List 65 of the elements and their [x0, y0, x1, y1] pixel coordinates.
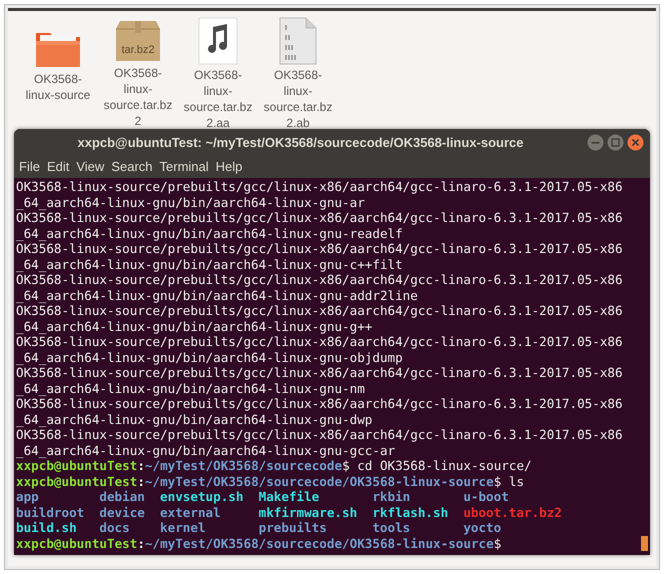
menu-item[interactable]: Help [212, 157, 246, 177]
output-line: OK3568-linux-source/prebuilts/gcc/linux-x86/aarch64/gcc-linaro-6.3.1-2017.05-x86 [16, 179, 624, 194]
maximize-icon[interactable] [607, 134, 624, 151]
binary-file-icon [278, 17, 318, 65]
command-text: $ cd OK3568-linux-source/ [342, 458, 532, 474]
output-line: _64_aarch64-linux-gnu/bin/aarch64-linux-gnu-objdump [16, 350, 404, 365]
window-title: xxpcb@ubuntuTest: ~/myTest/OK3568/sourcecode/OK3568-linux-source [76, 134, 525, 152]
output-line: OK3568-linux-source/prebuilts/gcc/linux-x86/aarch64/gcc-linaro-6.3.1-2017.05-x86 [16, 365, 624, 380]
prompt-separator: : [137, 474, 145, 489]
menu-item[interactable]: Edit [44, 157, 72, 177]
file-entry: mkfirmware.sh [258, 504, 358, 520]
output-line: _64_aarch64-linux-gnu/bin/aarch64-linux-gnu-nm [16, 380, 366, 396]
output-line: OK3568-linux-source/prebuilts/gcc/linux-x86/aarch64/gcc-linaro-6.3.1-2017.05-x86 [16, 334, 624, 350]
cursor [641, 536, 648, 550]
prompt-path: ~/myTest/OK3568/sourcecode/OK3568-linux-source [144, 474, 494, 489]
command-text: $ ls [494, 474, 524, 489]
output-line: _64_aarch64-linux-gnu/bin/aarch64-linux-gnu-gcc-ar [16, 442, 396, 458]
output-line: _64_aarch64-linux-gnu/bin/aarch64-linux-gnu-addr2line [16, 288, 419, 303]
output-line: _64_aarch64-linux-gnu/bin/aarch64-linux-gnu-g++ [16, 318, 374, 334]
file-entry: kernel [160, 520, 207, 536]
file-entry: envsetup.sh [160, 489, 244, 504]
menu-item[interactable]: Terminal [156, 157, 212, 177]
prompt-user: xxpcb@ubuntuTest [16, 458, 138, 474]
file-entry: external [160, 504, 222, 520]
prompt-separator: : [137, 536, 145, 551]
file-entry: yocto [463, 520, 502, 536]
file-entry: uboot.tar.bz2 [463, 504, 563, 520]
file-entry: device [99, 504, 146, 520]
file-name: OK3568-linux-source [24, 71, 92, 103]
prompt-user: xxpcb@ubuntuTest [16, 536, 138, 551]
menu-item[interactable]: File [16, 157, 43, 177]
file-entry: debian [99, 489, 146, 504]
file-entry: rkflash.sh [372, 504, 450, 520]
file-entry: Makefile [258, 489, 320, 504]
output-line: OK3568-linux-source/prebuilts/gcc/linux-x86/aarch64/gcc-linaro-6.3.1-2017.05-x86 [16, 303, 624, 318]
file-name: OK3568-linux-source.tar.bz2 [102, 65, 174, 129]
file-entry: rkbin [372, 489, 412, 504]
output-line: _64_aarch64-linux-gnu/bin/aarch64-linux-gnu-c++filt [16, 256, 404, 272]
file-entry: docs [99, 520, 131, 536]
file-name: OK3568-linux-source.tar.bz2.ab [262, 67, 334, 131]
file-entry: prebuilts [258, 520, 328, 536]
file-entry: tools [372, 520, 412, 536]
prompt-separator: : [137, 458, 145, 474]
output-line: _64_aarch64-linux-gnu/bin/aarch64-linux-gnu-ar [16, 194, 366, 210]
prompt-path: ~/myTest/OK3568/sourcecode [144, 458, 342, 474]
output-line: OK3568-linux-source/prebuilts/gcc/linux-x86/aarch64/gcc-linaro-6.3.1-2017.05-x86 [16, 272, 624, 288]
close-icon[interactable] [627, 134, 644, 151]
prompt-user: xxpcb@ubuntuTest [16, 474, 138, 489]
output-line: OK3568-linux-source/prebuilts/gcc/linux-x86/aarch64/gcc-linaro-6.3.1-2017.05-x86 [16, 396, 624, 412]
menu-item[interactable]: View [73, 157, 108, 177]
prompt-path: ~/myTest/OK3568/sourcecode/OK3568-linux-source [144, 536, 494, 551]
output-line: _64_aarch64-linux-gnu/bin/aarch64-linux-gnu-readelf [16, 226, 404, 241]
output-line: OK3568-linux-source/prebuilts/gcc/linux-x86/aarch64/gcc-linaro-6.3.1-2017.05-x86 [16, 210, 624, 226]
menu-item[interactable]: Search [108, 157, 156, 177]
file-entry: u-boot [463, 489, 510, 504]
output-line: OK3568-linux-source/prebuilts/gcc/linux-x86/aarch64/gcc-linaro-6.3.1-2017.05-x86 [16, 241, 624, 256]
output-line: _64_aarch64-linux-gnu/bin/aarch64-linux-gnu-dwp [16, 412, 374, 427]
minimize-icon[interactable] [587, 134, 604, 151]
file-entry: buildroot [16, 504, 86, 520]
file-entry: app [16, 489, 40, 504]
command-text: $ [494, 536, 502, 551]
output-line: OK3568-linux-source/prebuilts/gcc/linux-x86/aarch64/gcc-linaro-6.3.1-2017.05-x86 [16, 427, 624, 442]
music-file-icon [198, 17, 238, 65]
file-name: OK3568-linux-source.tar.bz2.aa [182, 67, 254, 131]
file-entry: build.sh [16, 520, 78, 536]
